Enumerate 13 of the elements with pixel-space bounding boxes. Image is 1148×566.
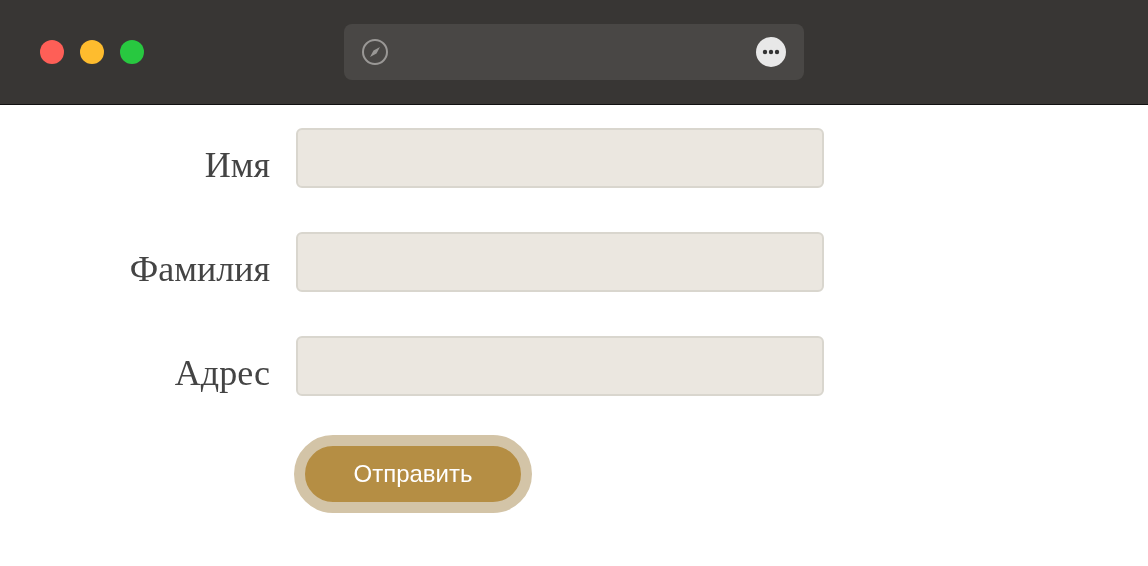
input-field[interactable] [296,336,824,396]
minimize-button[interactable] [80,40,104,64]
field-label: Адрес [173,352,270,395]
field-label: Фамилия [128,248,270,291]
zoom-button[interactable] [120,40,144,64]
input-field[interactable] [296,128,824,188]
compass-icon [361,38,389,66]
submit-button[interactable]: Отправить [294,435,532,513]
address-bar[interactable] [344,24,804,80]
more-icon[interactable] [755,36,787,68]
close-button[interactable] [40,40,64,64]
field-label: Имя [203,144,270,187]
input-field[interactable] [296,232,824,292]
